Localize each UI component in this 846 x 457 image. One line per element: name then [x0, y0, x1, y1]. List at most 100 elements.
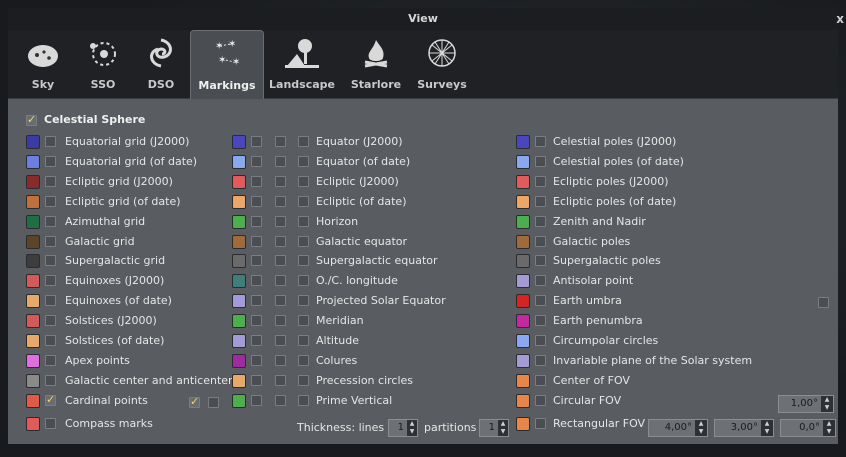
color-swatch[interactable] [26, 334, 40, 348]
item-checkbox[interactable] [251, 295, 262, 306]
color-swatch[interactable] [26, 235, 40, 249]
item-checkbox[interactable] [535, 216, 546, 227]
item-checkbox[interactable] [275, 335, 286, 346]
color-swatch[interactable] [516, 314, 530, 328]
color-swatch[interactable] [516, 175, 530, 189]
color-swatch[interactable] [516, 254, 530, 268]
item-checkbox[interactable] [535, 275, 546, 286]
item-checkbox[interactable] [45, 335, 56, 346]
item-checkbox[interactable] [251, 196, 262, 207]
item-checkbox[interactable] [251, 156, 262, 167]
color-swatch[interactable] [232, 374, 246, 388]
circular-fov-spinner[interactable]: 1,00° ▲ ▼ [778, 395, 834, 413]
color-swatch[interactable] [516, 294, 530, 308]
tab-landscape[interactable]: Landscape [266, 30, 338, 98]
color-swatch[interactable] [26, 354, 40, 368]
color-swatch[interactable] [516, 394, 530, 408]
color-swatch[interactable] [516, 354, 530, 368]
item-checkbox[interactable] [275, 375, 286, 386]
color-swatch[interactable] [26, 394, 40, 408]
item-checkbox[interactable] [275, 136, 286, 147]
color-swatch[interactable] [232, 314, 246, 328]
color-swatch[interactable] [26, 294, 40, 308]
item-checkbox[interactable] [298, 355, 309, 366]
item-checkbox[interactable] [275, 176, 286, 187]
partitions-spinner[interactable]: 1 ▲ ▼ [479, 419, 509, 437]
color-swatch[interactable] [26, 374, 40, 388]
tab-dso[interactable]: DSO [132, 30, 190, 98]
item-checkbox[interactable] [45, 418, 56, 429]
color-swatch[interactable] [26, 417, 40, 431]
item-checkbox[interactable] [251, 236, 262, 247]
color-swatch[interactable] [232, 235, 246, 249]
color-swatch[interactable] [232, 274, 246, 288]
item-checkbox[interactable] [298, 255, 309, 266]
item-checkbox[interactable] [275, 236, 286, 247]
item-checkbox[interactable] [251, 275, 262, 286]
color-swatch[interactable] [516, 417, 530, 431]
item-checkbox[interactable] [298, 176, 309, 187]
item-checkbox[interactable] [45, 375, 56, 386]
color-swatch[interactable] [26, 274, 40, 288]
item-checkbox[interactable] [45, 255, 56, 266]
item-checkbox[interactable] [535, 355, 546, 366]
celestial-sphere-checkbox[interactable] [26, 113, 37, 126]
item-checkbox[interactable] [251, 136, 262, 147]
color-swatch[interactable] [26, 135, 40, 149]
color-swatch[interactable] [232, 215, 246, 229]
item-checkbox[interactable] [45, 176, 56, 187]
item-checkbox[interactable] [535, 136, 546, 147]
color-swatch[interactable] [26, 215, 40, 229]
item-checkbox[interactable] [45, 196, 56, 207]
item-checkbox[interactable] [275, 216, 286, 227]
item-checkbox[interactable] [298, 136, 309, 147]
item-checkbox[interactable] [275, 255, 286, 266]
thickness-lines-spinner[interactable]: 1 ▲ ▼ [388, 419, 418, 437]
item-checkbox[interactable] [535, 315, 546, 326]
color-swatch[interactable] [232, 334, 246, 348]
item-checkbox[interactable] [251, 176, 262, 187]
color-swatch[interactable] [516, 195, 530, 209]
tab-starlore[interactable]: Starlore [344, 30, 408, 98]
rect-fov-rotation-spinner[interactable]: 0,0° ▲ ▼ [780, 419, 836, 437]
item-checkbox[interactable] [45, 236, 56, 247]
item-checkbox[interactable] [535, 418, 546, 429]
cardinal-points-extra-checkbox-2[interactable] [208, 397, 219, 408]
close-icon[interactable]: x [836, 8, 844, 30]
color-swatch[interactable] [26, 175, 40, 189]
color-swatch[interactable] [516, 235, 530, 249]
spinner-arrows-icon[interactable]: ▲ ▼ [761, 420, 773, 436]
color-swatch[interactable] [232, 254, 246, 268]
color-swatch[interactable] [516, 135, 530, 149]
item-checkbox[interactable] [45, 156, 56, 167]
color-swatch[interactable] [516, 334, 530, 348]
item-checkbox[interactable] [275, 355, 286, 366]
tab-sso[interactable]: SSO [74, 30, 132, 98]
tab-surveys[interactable]: Surveys [410, 30, 474, 98]
item-checkbox[interactable] [298, 335, 309, 346]
color-swatch[interactable] [232, 135, 246, 149]
tab-markings[interactable]: ✶ ✶ ✶ ✶ Markings [190, 30, 264, 99]
item-checkbox[interactable] [45, 295, 56, 306]
item-checkbox[interactable] [275, 295, 286, 306]
color-swatch[interactable] [232, 294, 246, 308]
item-checkbox[interactable] [251, 375, 262, 386]
earth-umbra-extra-checkbox[interactable] [818, 297, 829, 308]
spinner-arrows-icon[interactable]: ▲ ▼ [821, 396, 833, 412]
item-checkbox[interactable] [298, 315, 309, 326]
item-checkbox[interactable] [535, 156, 546, 167]
item-checkbox[interactable] [535, 255, 546, 266]
rect-fov-width-spinner[interactable]: 4,00° ▲ ▼ [648, 419, 708, 437]
item-checkbox[interactable] [535, 236, 546, 247]
item-checkbox[interactable] [45, 136, 56, 147]
window-titlebar[interactable]: View x [8, 8, 844, 30]
item-checkbox[interactable] [45, 315, 56, 326]
rect-fov-height-spinner[interactable]: 3,00° ▲ ▼ [714, 419, 774, 437]
color-swatch[interactable] [232, 195, 246, 209]
spinner-arrows-icon[interactable]: ▲ ▼ [407, 420, 417, 436]
item-checkbox[interactable] [275, 395, 286, 406]
color-swatch[interactable] [26, 195, 40, 209]
spinner-arrows-icon[interactable]: ▲ ▼ [823, 420, 835, 436]
item-checkbox[interactable] [45, 216, 56, 227]
item-checkbox[interactable] [45, 393, 56, 406]
